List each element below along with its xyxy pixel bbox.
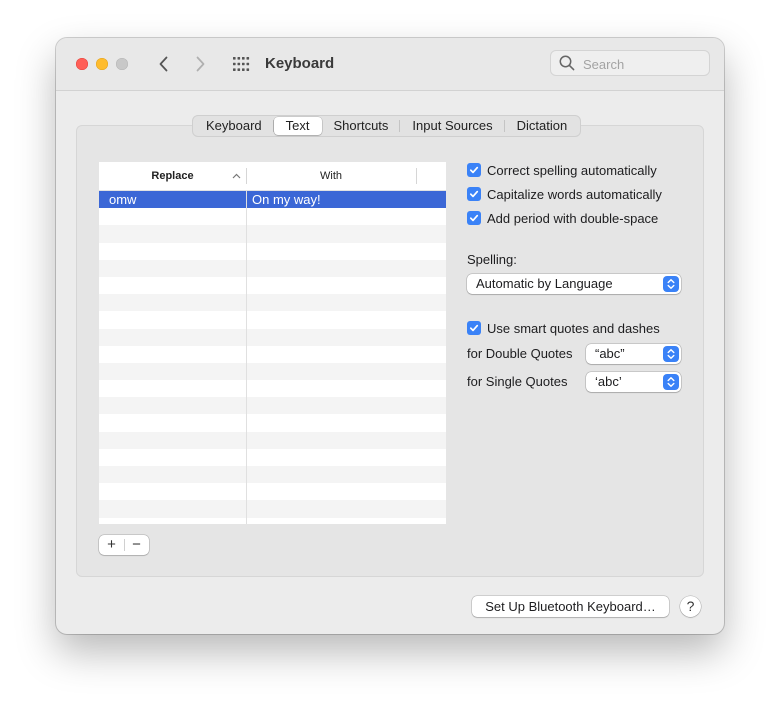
popup-arrows-icon [663,346,679,362]
empty-row [99,380,446,397]
empty-row [99,500,446,518]
smart-quotes-label: Use smart quotes and dashes [487,320,660,336]
single-quotes-value: ‘abc’ [595,374,622,389]
table-row[interactable]: omw On my way! [99,191,446,209]
empty-row [99,311,446,328]
add-period-option[interactable]: Add period with double-space [467,209,658,227]
empty-row [99,414,446,431]
checkmark-icon [469,190,479,198]
empty-row [99,208,446,225]
empty-row [99,346,446,363]
spelling-label: Spelling: [467,252,517,267]
chevron-right-icon [196,56,205,72]
popup-arrows-icon [663,374,679,390]
window-title: Keyboard [265,55,335,72]
capitalize-words-option[interactable]: Capitalize words automatically [467,185,662,203]
empty-row [99,449,446,466]
search-input[interactable] [581,54,705,74]
column-header-replace[interactable]: Replace [99,162,246,190]
double-quotes-popup[interactable]: “abc” [586,344,681,364]
empty-row [99,397,446,415]
tab-bar: Keyboard Text Shortcuts Input Sources Di… [192,115,582,137]
close-button[interactable] [76,58,88,70]
capitalize-words-label: Capitalize words automatically [487,186,662,202]
remove-button[interactable]: − [124,535,149,555]
empty-row [99,277,446,294]
empty-row [99,294,446,312]
add-remove-control: + − [99,535,149,555]
preferences-window: Keyboard Keyboard Text Shortcuts Input S… [56,38,724,634]
spelling-value: Automatic by Language [476,276,613,291]
correct-spelling-option[interactable]: Correct spelling automatically [467,161,657,179]
forward-button[interactable] [190,54,210,74]
tab-dictation[interactable]: Dictation [505,117,580,135]
tab-text[interactable]: Text [273,117,322,135]
tab-keyboard[interactable]: Keyboard [194,117,274,135]
search-field[interactable] [550,50,710,76]
capitalize-words-checkbox[interactable] [467,187,481,201]
add-period-label: Add period with double-space [487,210,659,226]
back-button[interactable] [154,54,174,74]
search-icon [559,55,575,71]
empty-row [99,225,446,243]
spelling-popup[interactable]: Automatic by Language [467,274,681,294]
column-divider[interactable] [416,168,417,184]
zoom-button[interactable] [116,58,128,70]
double-quotes-label: for Double Quotes [467,346,573,361]
single-quotes-label: for Single Quotes [467,374,568,389]
empty-row [99,466,446,484]
correct-spelling-checkbox[interactable] [467,163,481,177]
correct-spelling-label: Correct spelling automatically [487,162,657,178]
double-quotes-value: “abc” [595,346,625,361]
table-header: Replace With [99,162,446,191]
tab-input-sources[interactable]: Input Sources [400,117,505,135]
empty-row [99,259,446,277]
add-button[interactable]: + [99,535,124,555]
checkmark-icon [469,166,479,174]
column-separator [246,191,247,524]
with-cell: On my way! [252,192,321,207]
minimize-button[interactable] [96,58,108,70]
tab-shortcuts[interactable]: Shortcuts [322,117,401,135]
table-rows: omw On my way! [99,191,446,518]
show-all-grid-icon[interactable] [232,55,250,73]
smart-quotes-option[interactable]: Use smart quotes and dashes [467,319,660,337]
empty-row [99,431,446,449]
empty-row [99,328,446,346]
empty-row [99,483,446,500]
column-header-with[interactable]: With [246,162,416,190]
setup-bluetooth-keyboard-button[interactable]: Set Up Bluetooth Keyboard… [472,596,669,617]
title-bar: Keyboard [56,38,724,91]
help-button[interactable]: ? [680,596,701,617]
empty-row [99,362,446,381]
popup-arrows-icon [663,276,679,292]
text-replacement-table[interactable]: Replace With omw On my way! [99,162,446,524]
single-quotes-popup[interactable]: ‘abc’ [586,372,681,392]
checkmark-icon [469,324,479,332]
replace-cell: omw [109,192,137,207]
sort-ascending-icon [232,173,241,179]
chevron-left-icon [159,56,168,72]
checkmark-icon [469,214,479,222]
empty-row [99,243,446,260]
add-period-checkbox[interactable] [467,211,481,225]
smart-quotes-checkbox[interactable] [467,321,481,335]
